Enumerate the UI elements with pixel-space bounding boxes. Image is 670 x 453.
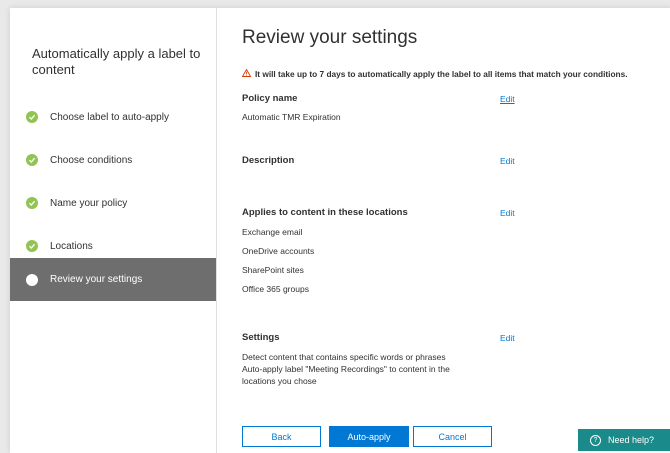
location-item: OneDrive accounts (242, 246, 315, 256)
edit-settings-link[interactable]: Edit (500, 333, 515, 343)
back-button[interactable]: Back (242, 426, 321, 447)
settings-heading: Settings (242, 332, 280, 343)
checkmark-circle-icon (26, 240, 38, 252)
checkmark-circle-icon (26, 197, 38, 209)
warning-text: It will take up to 7 days to automatical… (255, 69, 628, 79)
wizard-sidebar: Automatically apply a label to content C… (10, 8, 217, 453)
step-label: Name your policy (50, 197, 128, 209)
description-heading: Description (242, 155, 295, 166)
wizard-title: Automatically apply a label to content (32, 46, 201, 77)
warning-message: It will take up to 7 days to automatical… (241, 68, 628, 79)
step-label: Locations (50, 240, 93, 252)
location-item: SharePoint sites (242, 265, 304, 275)
step-label: Review your settings (50, 274, 143, 285)
edit-locations-link[interactable]: Edit (500, 208, 515, 218)
step-choose-conditions[interactable]: Choose conditions (10, 140, 216, 180)
settings-line: Auto-apply label "Meeting Recordings" to… (242, 364, 450, 374)
step-label: Choose conditions (50, 154, 133, 166)
location-item: Exchange email (242, 227, 303, 237)
need-help-label: Need help? (608, 435, 655, 445)
settings-line: Detect content that contains specific wo… (242, 352, 446, 362)
policy-name-value: Automatic TMR Expiration (242, 112, 341, 122)
edit-policy-name-link[interactable]: Edit (500, 94, 515, 104)
warning-triangle-icon (241, 68, 252, 79)
auto-apply-button[interactable]: Auto-apply (329, 426, 409, 447)
dot-icon (26, 273, 38, 286)
wizard-card: Automatically apply a label to content C… (10, 8, 670, 453)
checkmark-circle-icon (26, 154, 38, 166)
page-title: Review your settings (242, 27, 418, 48)
policy-name-heading: Policy name (242, 93, 298, 104)
review-panel: Review your settings It will take up to … (241, 8, 670, 453)
edit-description-link[interactable]: Edit (500, 156, 515, 166)
settings-line: locations you chose (242, 376, 317, 386)
cancel-button[interactable]: Cancel (413, 426, 492, 447)
location-item: Office 365 groups (242, 284, 309, 294)
checkmark-circle-icon (26, 111, 38, 123)
question-circle-icon: ? (590, 434, 601, 446)
locations-heading: Applies to content in these locations (242, 207, 408, 218)
step-choose-label[interactable]: Choose label to auto-apply (10, 97, 216, 137)
step-review-settings[interactable]: Review your settings (10, 258, 216, 301)
step-name-policy[interactable]: Name your policy (10, 183, 216, 223)
step-label: Choose label to auto-apply (50, 111, 169, 123)
